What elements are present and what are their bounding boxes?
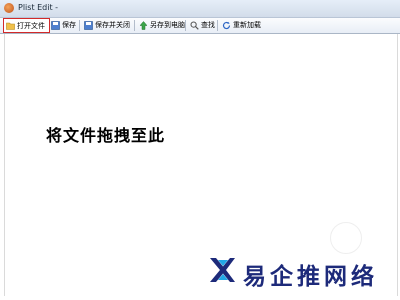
save-button[interactable]: 保存 <box>49 19 76 31</box>
save-to-computer-button[interactable]: 另存到电脑 <box>137 19 185 31</box>
save-label: 保存 <box>62 21 76 29</box>
toolbar: 打开文件 保存 保存并关闭 另存到电脑 查找 重新加载 <box>0 18 400 34</box>
reload-icon <box>222 21 231 30</box>
brand-logo <box>210 258 235 282</box>
toolbar-separator <box>134 20 135 31</box>
save-and-close-label: 保存并关闭 <box>95 21 130 29</box>
find-button[interactable]: 查找 <box>188 19 215 31</box>
open-file-label: 打开文件 <box>17 21 45 30</box>
save-icon <box>51 20 60 30</box>
computer-save-icon <box>139 20 148 30</box>
toolbar-separator <box>185 20 186 31</box>
drop-hint-text: 将文件拖拽至此 <box>46 126 166 145</box>
watermark-text: 易企推网络 <box>243 263 378 290</box>
save-to-computer-label: 另存到电脑 <box>150 21 185 29</box>
app-icon <box>4 3 14 13</box>
toolbar-separator <box>79 20 80 31</box>
watermark-circle <box>330 222 362 254</box>
title-bar: Plist Edit - <box>0 0 400 18</box>
window-title: Plist Edit - <box>18 3 59 12</box>
folder-icon <box>6 21 15 30</box>
search-icon <box>190 21 199 30</box>
reload-label: 重新加载 <box>233 21 261 29</box>
toolbar-separator <box>217 20 218 31</box>
open-file-button[interactable]: 打开文件 <box>3 18 50 33</box>
reload-button[interactable]: 重新加载 <box>220 19 261 31</box>
save-close-icon <box>84 20 93 30</box>
save-and-close-button[interactable]: 保存并关闭 <box>82 19 130 31</box>
find-label: 查找 <box>201 21 215 29</box>
